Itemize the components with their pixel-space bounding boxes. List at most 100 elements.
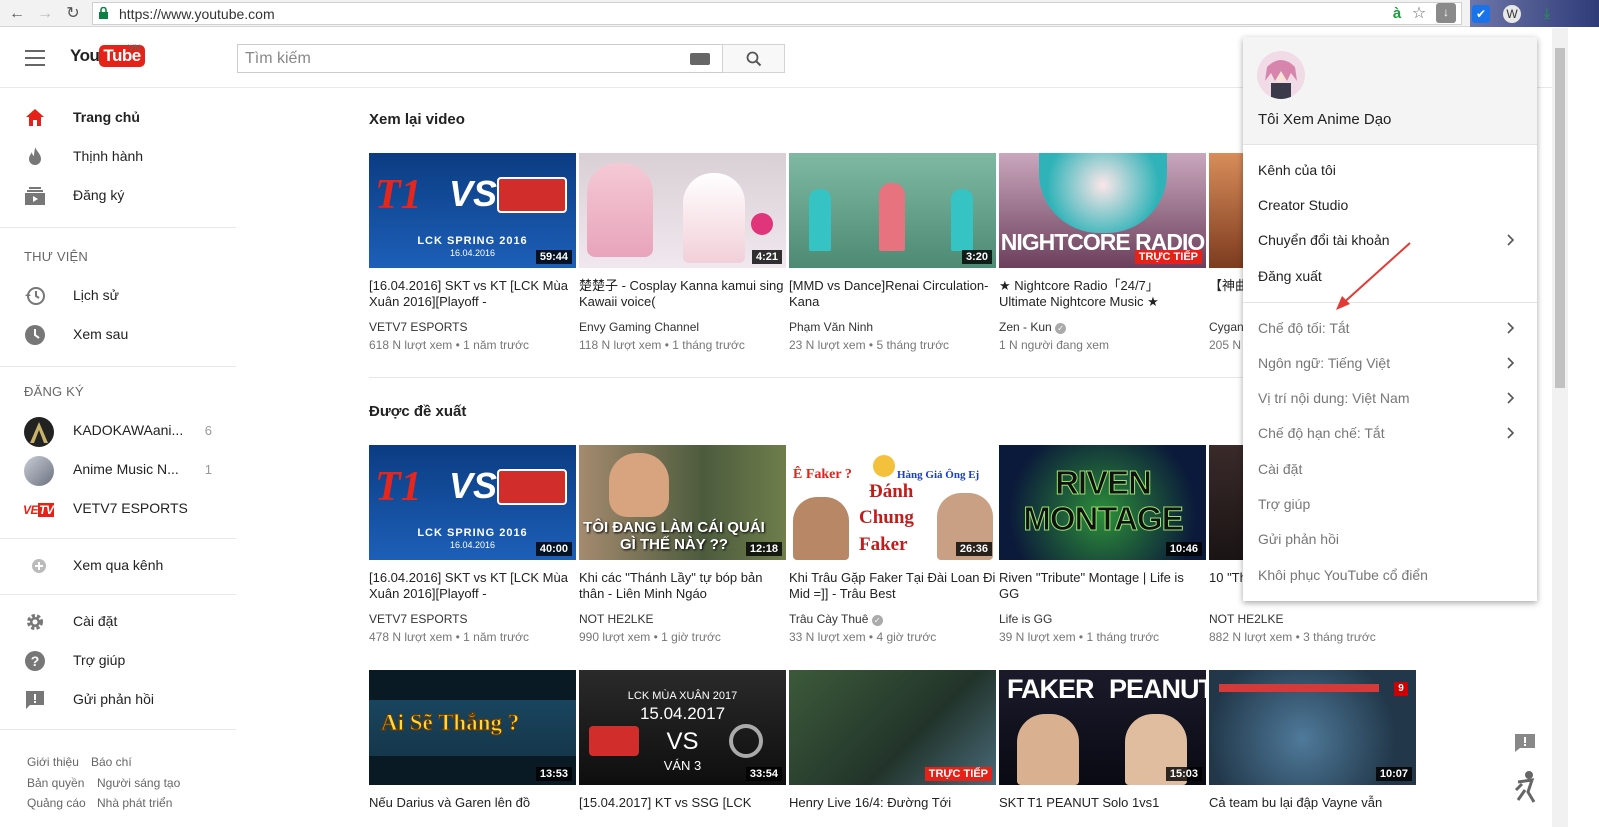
sidebar-item-history[interactable]: Lịch sử xyxy=(0,276,236,315)
menu-item-restore-classic[interactable]: Khôi phục YouTube cổ điển xyxy=(1243,558,1537,593)
download-icon[interactable]: ⤓ xyxy=(1538,5,1556,23)
video-thumbnail[interactable]: T1 VS LCK SPRING 2016 16.04.2016 59:44 xyxy=(369,153,576,268)
address-bar[interactable]: https://www.youtube.com xyxy=(92,2,1462,25)
footer-link-copyright[interactable]: Bản quyền xyxy=(27,776,84,790)
video-title[interactable]: Henry Live 16/4: Đường Tới xyxy=(789,795,996,811)
menu-item-dark-mode[interactable]: Chế độ tối: Tắt xyxy=(1243,311,1537,346)
scrollbar-thumb[interactable] xyxy=(1555,48,1565,388)
feedback-icon[interactable] xyxy=(1514,733,1536,753)
section-title-recommended[interactable]: Được đề xuất xyxy=(369,403,466,420)
sidebar-item-subscriptions[interactable]: Đăng ký xyxy=(0,176,236,215)
video-title[interactable]: Nếu Darius và Garen lên đồ xyxy=(369,795,576,811)
scoreboard-top xyxy=(369,670,576,700)
video-thumbnail[interactable]: 9 10:07 xyxy=(1209,670,1416,785)
footer-link-about[interactable]: Giới thiệu xyxy=(27,755,79,769)
video-thumbnail[interactable]: FAKER PEANUT 15:03 xyxy=(999,670,1206,785)
account-header: Tôi Xem Anime Dạo xyxy=(1243,37,1537,145)
forward-arrow-icon[interactable]: → xyxy=(34,3,56,24)
translate-icon[interactable]: à xyxy=(1388,5,1406,23)
microphone xyxy=(751,213,773,235)
menu-item-my-channel[interactable]: Kênh của tôi xyxy=(1243,153,1537,188)
sidebar-sub-kadokawa[interactable]: KADOKAWAani... 6 xyxy=(0,411,236,450)
channel-name[interactable]: Cygan xyxy=(1209,320,1244,334)
video-meta: 205 N xyxy=(1209,338,1242,352)
star-icon[interactable]: ☆ xyxy=(1410,5,1428,23)
search-button[interactable] xyxy=(722,44,785,73)
back-arrow-icon[interactable]: ← xyxy=(6,3,28,24)
accessibility-person-icon[interactable] xyxy=(1512,770,1540,804)
video-thumbnail[interactable]: Ê Faker ? Hàng Giả Ông Ej Đánh Chung Fak… xyxy=(789,445,996,560)
video-title[interactable]: ★ Nightcore Radio「24/7」Ultimate Nightcor… xyxy=(999,278,1206,310)
footer-link-advertise[interactable]: Quảng cáo xyxy=(27,796,86,810)
menu-item-content-location[interactable]: Vị trí nội dung: Việt Nam xyxy=(1243,381,1537,416)
video-thumbnail[interactable]: LCK MÙA XUÂN 2017 15.04.2017 VS VÁN 3 33… xyxy=(579,670,786,785)
menu-item-restricted-mode[interactable]: Chế độ hạn chế: Tắt xyxy=(1243,416,1537,451)
footer-link-developers[interactable]: Nhà phát triển xyxy=(97,796,172,810)
video-thumbnail[interactable]: NIGHTCORE RADIO TRỰC TIẾP xyxy=(999,153,1206,268)
video-thumbnail[interactable]: 4:21 xyxy=(579,153,786,268)
sidebar-item-feedback[interactable]: Gửi phản hồi xyxy=(0,680,236,719)
menu-icon[interactable] xyxy=(25,50,45,66)
channel-name[interactable]: Envy Gaming Channel xyxy=(579,320,699,334)
divider xyxy=(0,538,236,539)
video-thumbnail[interactable]: TÔI ĐANG LÀM CÁI QUÁI GÌ THẾ NÀY ?? 12:1… xyxy=(579,445,786,560)
video-thumbnail[interactable]: Ai Sẽ Thắng ? 13:53 xyxy=(369,670,576,785)
video-thumbnail[interactable]: 3:20 xyxy=(789,153,996,268)
video-title[interactable]: SKT T1 PEANUT Solo 1vs1 xyxy=(999,795,1206,811)
browse-channels-link[interactable]: Xem qua kênh xyxy=(0,546,236,585)
channel-name[interactable]: NOT HE2LKE xyxy=(1209,612,1283,626)
menu-item-feedback[interactable]: Gửi phản hồi xyxy=(1243,522,1537,557)
person-left xyxy=(793,497,849,560)
page-scrollbar[interactable] xyxy=(1552,28,1568,827)
menu-item-creator-studio[interactable]: Creator Studio xyxy=(1243,188,1537,223)
video-title[interactable]: [MMD vs Dance]Renai Circulation-Kana xyxy=(789,278,996,310)
shield-ext-icon[interactable]: ✔ xyxy=(1472,5,1490,23)
video-thumbnail[interactable]: T1 VS LCK SPRING 2016 16.04.2016 40:00 xyxy=(369,445,576,560)
channel-name[interactable]: VETV7 ESPORTS xyxy=(369,612,467,626)
video-duration: 4:21 xyxy=(751,250,782,264)
reload-icon[interactable]: ↻ xyxy=(62,3,84,24)
sidebar-item-help[interactable]: ? Trợ giúp xyxy=(0,641,236,680)
channel-name[interactable]: Trâu Cày Thuê ✓ xyxy=(789,612,883,626)
channel-name[interactable]: Zen - Kun ✓ xyxy=(999,320,1067,334)
video-duration: 3:20 xyxy=(961,250,992,264)
sidebar-item-trending[interactable]: Thịnh hành xyxy=(0,137,236,176)
miku-figure xyxy=(951,189,973,251)
video-thumbnail[interactable]: RIVEN MONTAGE 10:46 xyxy=(999,445,1206,560)
video-title[interactable]: [16.04.2016] SKT vs KT [LCK Mùa Xuân 201… xyxy=(369,570,576,602)
channel-name[interactable]: Life is GG xyxy=(999,612,1052,626)
section-title-watch-again[interactable]: Xem lại video xyxy=(369,111,465,128)
footer-link-creators[interactable]: Người sáng tạo xyxy=(97,776,180,790)
menu-item-settings[interactable]: Cài đặt xyxy=(1243,452,1537,487)
sidebar-item-watch-later[interactable]: Xem sau xyxy=(0,315,236,354)
video-title[interactable]: [16.04.2016] SKT vs KT [LCK Mùa Xuân 201… xyxy=(369,278,576,310)
feedback-icon xyxy=(26,691,44,709)
avatar xyxy=(24,456,54,486)
account-avatar[interactable] xyxy=(1257,51,1305,99)
menu-item-language[interactable]: Ngôn ngữ: Tiếng Việt xyxy=(1243,346,1537,381)
channel-name[interactable]: Phạm Văn Ninh xyxy=(789,320,873,334)
chevron-right-icon xyxy=(1507,392,1515,404)
youtube-logo[interactable]: You Tube VN xyxy=(70,43,145,71)
keyboard-icon[interactable] xyxy=(690,53,710,65)
search-input[interactable] xyxy=(238,45,678,72)
sidebar-sub-anime-music[interactable]: Anime Music N... 1 xyxy=(0,450,236,489)
video-title[interactable]: Khi Trâu Gặp Faker Tại Đài Loan Đi Mid =… xyxy=(789,570,996,602)
footer-link-press[interactable]: Báo chí xyxy=(91,755,132,769)
w-ext-icon[interactable]: W xyxy=(1503,5,1521,23)
video-title[interactable]: 楚楚子 - Cosplay Kanna kamui sing Kawaii vo… xyxy=(579,278,786,310)
download-ext-icon[interactable]: ↓ xyxy=(1436,3,1456,23)
channel-name[interactable]: NOT HE2LKE xyxy=(579,612,653,626)
menu-item-help[interactable]: Trợ giúp xyxy=(1243,487,1537,522)
video-title[interactable]: Riven "Tribute" Montage | Life is GG xyxy=(999,570,1206,602)
chevron-right-icon xyxy=(1507,234,1515,246)
sidebar-item-home[interactable]: Trang chủ xyxy=(0,98,236,137)
video-title[interactable]: [15.04.2017] KT vs SSG [LCK xyxy=(579,795,786,811)
sidebar-sub-vetv7[interactable]: VETV VETV7 ESPORTS xyxy=(0,489,236,528)
channel-name[interactable]: VETV7 ESPORTS xyxy=(369,320,467,334)
video-title[interactable]: Khi các "Thánh Lầy" tự bóp bản thân - Li… xyxy=(579,570,786,602)
video-thumbnail[interactable]: TRỰC TIẾP xyxy=(789,670,996,785)
unread-count: 1 xyxy=(204,462,212,477)
video-title[interactable]: Cả team bu lại đập Vayne vẫn xyxy=(1209,795,1416,811)
sidebar-item-settings[interactable]: Cài đặt xyxy=(0,602,236,641)
